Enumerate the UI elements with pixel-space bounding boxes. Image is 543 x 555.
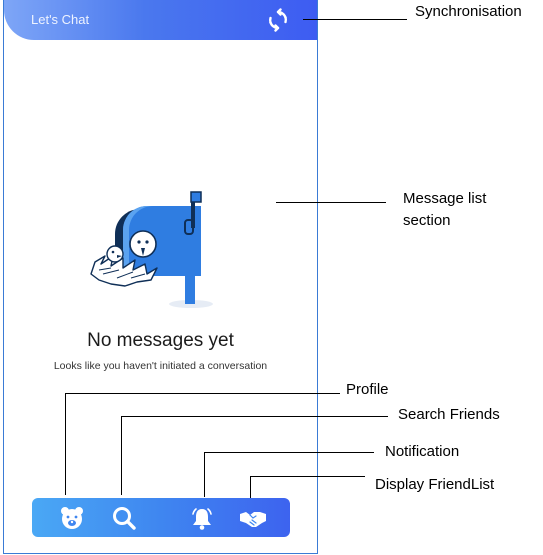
empty-state-title: No messages yet <box>87 330 234 351</box>
notification-button[interactable] <box>189 505 215 531</box>
notification-callout-label: Notification <box>385 443 460 460</box>
handshake-icon <box>240 512 266 527</box>
app-bar: Let's Chat <box>4 0 317 40</box>
bear-face-icon <box>61 507 83 529</box>
sync-callout-line <box>303 19 407 20</box>
search-callout-label: Search Friends <box>398 406 500 423</box>
bell-icon <box>192 508 212 530</box>
sync-button[interactable] <box>266 8 290 32</box>
friendlist-callout-line-h <box>250 476 365 477</box>
bottom-navigation-bar <box>32 498 290 537</box>
search-icon <box>113 507 136 530</box>
search-callout-line-h <box>121 416 388 417</box>
profile-button[interactable] <box>59 505 85 531</box>
empty-state-illustration <box>81 186 219 308</box>
message-list-callout-label: Message list section <box>403 190 487 229</box>
friendlist-callout-line-v <box>250 476 251 498</box>
search-friends-button[interactable] <box>111 505 137 531</box>
friendlist-callout-label: Display FriendList <box>375 476 495 493</box>
profile-callout-label: Profile <box>346 381 389 398</box>
profile-callout-line-v <box>65 393 66 495</box>
friendlist-button[interactable] <box>239 505 266 531</box>
sync-icon <box>268 8 288 32</box>
profile-callout-line-h <box>65 393 340 394</box>
sync-callout-label: Synchronisation <box>415 3 522 20</box>
notification-callout-line-h <box>204 452 374 453</box>
empty-state-subtitle: Looks like you haven't initiated a conve… <box>53 360 268 372</box>
message-list-callout-line <box>276 202 386 203</box>
app-title: Let's Chat <box>31 12 90 27</box>
mailbox-birds-illustration <box>90 191 213 308</box>
search-callout-line-v <box>121 416 122 495</box>
phone-screen: Let's Chat No messages yet Looks like yo… <box>3 0 318 554</box>
notification-callout-line-v <box>204 452 205 497</box>
